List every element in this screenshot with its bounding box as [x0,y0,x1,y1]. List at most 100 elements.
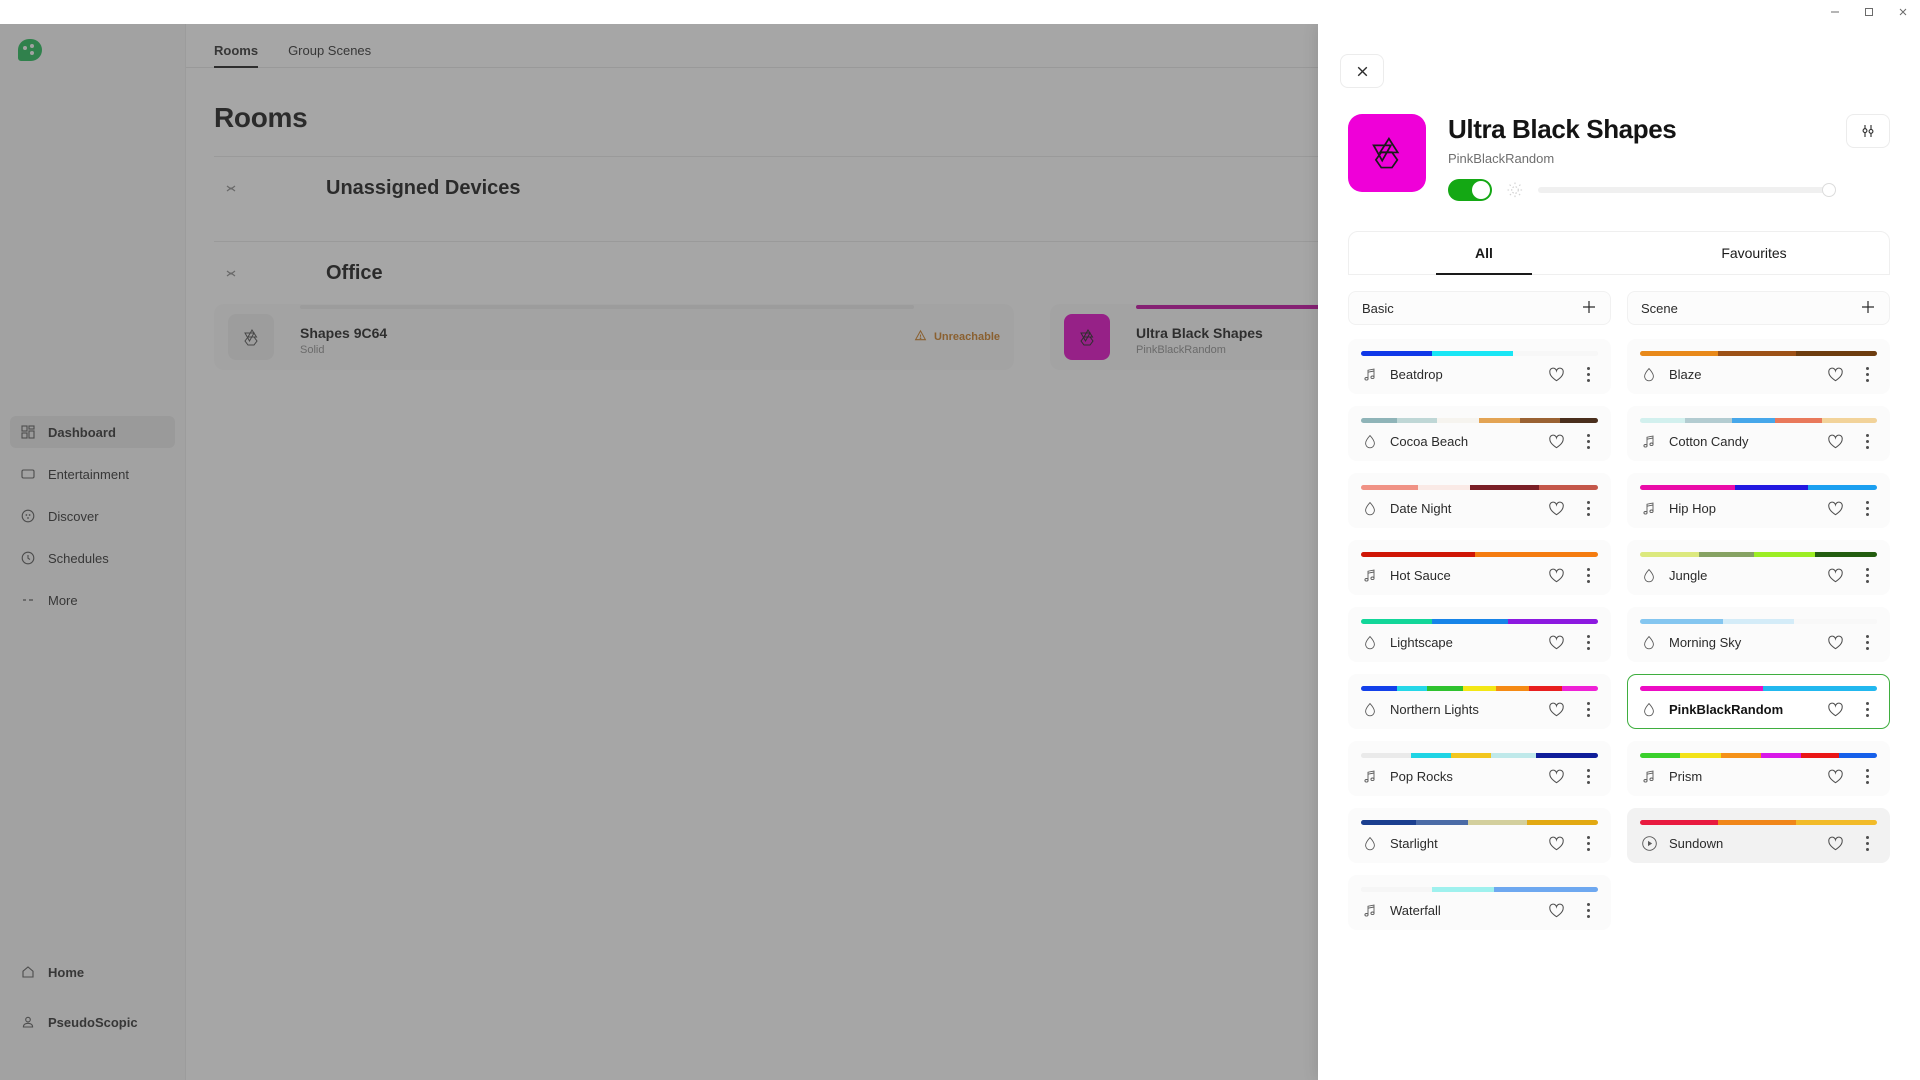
window-close-button[interactable] [1886,0,1920,24]
scene-row: Cocoa Beach [1361,432,1598,451]
scene-color-bar [1361,820,1598,825]
shapes-icon [1348,114,1426,192]
scene-card[interactable]: Hip Hop [1627,473,1890,528]
scene-card[interactable]: Cotton Candy [1627,406,1890,461]
scene-columns: Basic Beatdrop Cocoa Beach Date Night Hot S… [1318,275,1920,942]
scene-card[interactable]: Starlight [1348,808,1611,863]
scene-overflow-menu-icon[interactable] [1578,702,1598,717]
droplet-icon [1361,500,1379,518]
scene-overflow-menu-icon[interactable] [1578,367,1598,382]
scene-overflow-menu-icon[interactable] [1578,568,1598,583]
scene-overflow-menu-icon[interactable] [1578,635,1598,650]
scene-overflow-menu-icon[interactable] [1578,903,1598,918]
scene-color-bar [1640,552,1877,557]
scene-overflow-menu-icon[interactable] [1857,635,1877,650]
panel-close-button[interactable] [1340,54,1384,88]
app-root: Dashboard Entertainment Discover Schedul… [0,0,1920,1080]
panel-settings-row [1846,114,1890,148]
tab-all[interactable]: All [1349,232,1619,274]
scene-row: Pop Rocks [1361,767,1598,786]
plus-icon[interactable] [1581,299,1597,318]
favourite-heart-icon[interactable] [1826,566,1845,585]
scene-card[interactable]: Date Night [1348,473,1611,528]
favourite-heart-icon[interactable] [1826,365,1845,384]
scene-overflow-menu-icon[interactable] [1857,434,1877,449]
scene-overflow-menu-icon[interactable] [1857,769,1877,784]
music-icon [1640,768,1658,786]
favourite-heart-icon[interactable] [1826,633,1845,652]
music-icon [1361,366,1379,384]
droplet-icon [1361,433,1379,451]
scene-card[interactable]: PinkBlackRandom [1627,674,1890,729]
power-toggle[interactable] [1448,179,1492,201]
scene-card[interactable]: Hot Sauce [1348,540,1611,595]
scene-card[interactable]: Pop Rocks [1348,741,1611,796]
tab-favourites[interactable]: Favourites [1619,232,1889,274]
scene-card[interactable]: Waterfall [1348,875,1611,930]
scene-overflow-menu-icon[interactable] [1578,501,1598,516]
music-icon [1361,768,1379,786]
favourite-heart-icon[interactable] [1547,633,1566,652]
scene-color-bar [1361,418,1598,423]
favourite-heart-icon[interactable] [1547,767,1566,786]
scene-card[interactable]: Beatdrop [1348,339,1611,394]
scene-card[interactable]: Morning Sky [1627,607,1890,662]
scene-overflow-menu-icon[interactable] [1857,702,1877,717]
plus-icon[interactable] [1860,299,1876,318]
favourite-heart-icon[interactable] [1826,499,1845,518]
music-icon [1361,902,1379,920]
scene-list-basic: Beatdrop Cocoa Beach Date Night Hot Sauce Li… [1348,339,1611,930]
brightness-icon [1506,181,1524,199]
favourite-heart-icon[interactable] [1826,834,1845,853]
scene-color-bar [1361,686,1598,691]
scene-overflow-menu-icon[interactable] [1578,836,1598,851]
panel-close-row [1318,24,1920,88]
scene-card[interactable]: Sundown [1627,808,1890,863]
favourite-heart-icon[interactable] [1547,432,1566,451]
panel-controls [1448,179,1836,201]
favourite-heart-icon[interactable] [1547,499,1566,518]
scene-row: Hip Hop [1640,499,1877,518]
play-icon [1640,835,1658,853]
favourite-heart-icon[interactable] [1547,566,1566,585]
favourite-heart-icon[interactable] [1547,901,1566,920]
brightness-slider[interactable] [1538,183,1836,197]
scene-overflow-menu-icon[interactable] [1578,434,1598,449]
scene-card[interactable]: Jungle [1627,540,1890,595]
scene-overflow-menu-icon[interactable] [1857,367,1877,382]
favourite-heart-icon[interactable] [1547,834,1566,853]
scene-overflow-menu-icon[interactable] [1578,769,1598,784]
scene-card[interactable]: Prism [1627,741,1890,796]
scene-name: Lightscape [1390,635,1453,650]
scene-name: Beatdrop [1390,367,1443,382]
column-header-basic: Basic [1348,291,1611,325]
droplet-icon [1361,634,1379,652]
scene-overflow-menu-icon[interactable] [1857,568,1877,583]
scene-overflow-menu-icon[interactable] [1857,501,1877,516]
scene-color-bar [1640,619,1877,624]
favourite-heart-icon[interactable] [1547,365,1566,384]
window-maximize-button[interactable] [1852,0,1886,24]
favourite-heart-icon[interactable] [1826,767,1845,786]
scene-card[interactable]: Blaze [1627,339,1890,394]
scene-row: Sundown [1640,834,1877,853]
panel-tabbar: All Favourites [1348,231,1890,275]
window-minimize-button[interactable] [1818,0,1852,24]
modal-backdrop[interactable] [0,24,1318,1080]
favourite-heart-icon[interactable] [1547,700,1566,719]
sliders-icon[interactable] [1846,114,1890,148]
scene-column-scene: Scene Blaze Cotton Candy Hip Hop Jungle Morn… [1627,291,1890,942]
scene-card[interactable]: Cocoa Beach [1348,406,1611,461]
panel-title: Ultra Black Shapes [1448,114,1677,144]
scene-color-bar [1361,887,1598,892]
scene-row: Jungle [1640,566,1877,585]
scene-card[interactable]: Northern Lights [1348,674,1611,729]
scene-row: Lightscape [1361,633,1598,652]
scene-overflow-menu-icon[interactable] [1857,836,1877,851]
scene-color-bar [1361,619,1598,624]
scene-card[interactable]: Lightscape [1348,607,1611,662]
favourite-heart-icon[interactable] [1826,700,1845,719]
favourite-heart-icon[interactable] [1826,432,1845,451]
scene-name: Prism [1669,769,1703,784]
column-header-scene: Scene [1627,291,1890,325]
